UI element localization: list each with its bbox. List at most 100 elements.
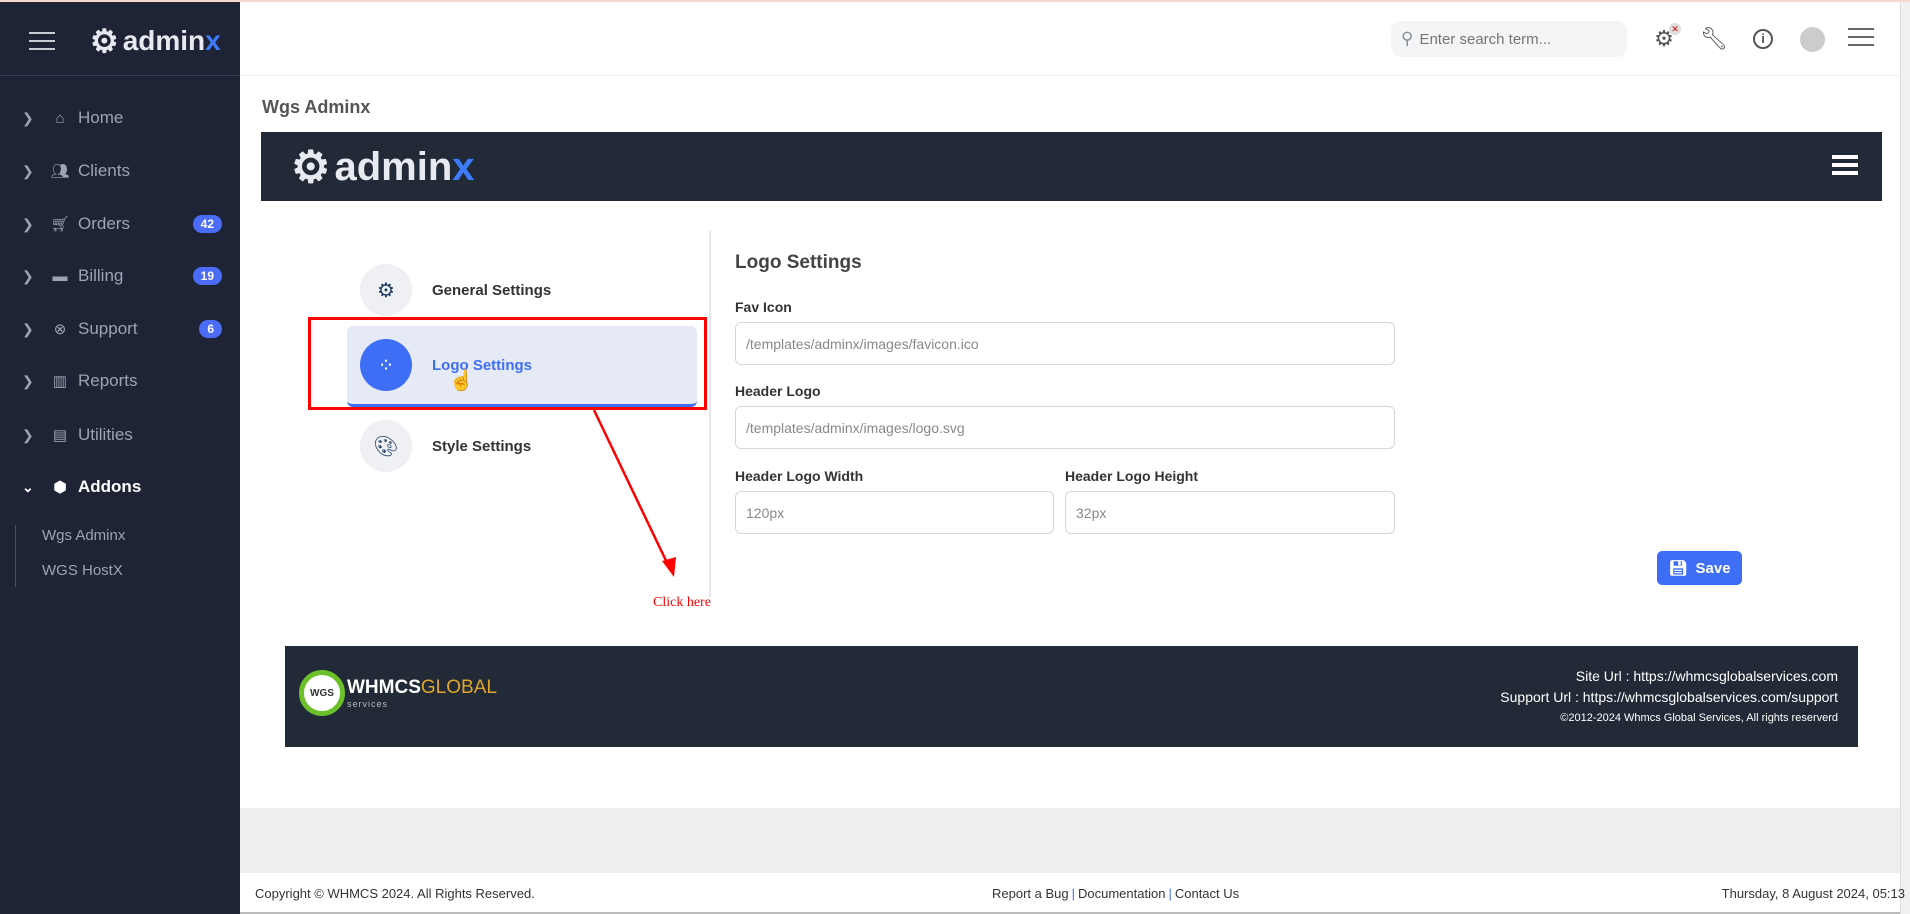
header-logo-input[interactable] bbox=[735, 406, 1395, 449]
chevron-right-icon: ❯ bbox=[22, 426, 34, 443]
sidebar-item-orders[interactable]: ❯ 🛒︎ Orders 42 bbox=[22, 214, 222, 234]
tab-style-settings[interactable]: 🎨︎ Style Settings bbox=[360, 420, 531, 472]
chevron-right-icon: ❯ bbox=[22, 109, 34, 126]
sidebar-item-label: Utilities bbox=[78, 425, 133, 444]
header-logo-height-label: Header Logo Height bbox=[1065, 468, 1199, 484]
user-avatar-button[interactable] bbox=[1799, 26, 1825, 52]
search-box[interactable]: ⚲ bbox=[1391, 21, 1627, 57]
page-footer: Copyright © WHMCS 2024. All Rights Reser… bbox=[240, 873, 1905, 914]
sidebar-item-label: Reports bbox=[78, 371, 138, 390]
wgs-globe-icon: WGS bbox=[299, 670, 345, 716]
gear-icon: ⚙ bbox=[360, 264, 412, 316]
header-logo-height-input[interactable] bbox=[1065, 491, 1395, 534]
search-input[interactable] bbox=[1419, 30, 1610, 48]
header-logo-width-input[interactable] bbox=[735, 491, 1054, 534]
tabs-divider bbox=[709, 231, 711, 597]
gear-logo-icon: ⚙ bbox=[90, 23, 119, 59]
sidebar-item-label: Orders bbox=[78, 214, 130, 233]
settings-gear-button[interactable]: ⚙ ✕ bbox=[1651, 23, 1681, 52]
footer-links: Report a Bug | Documentation | Contact Us bbox=[992, 886, 1240, 901]
sidebar-item-utilities[interactable]: ❯ ▤ Utilities bbox=[22, 425, 222, 445]
annotation-highlight-box bbox=[308, 317, 707, 410]
sidebar-subitem-wgs-adminx[interactable]: Wgs Adminx bbox=[42, 527, 125, 544]
sidebar: ⚙ adminx ❯ ⌂ Home ❯ 👥︎ Clients ❯ 🛒︎ Orders 42 ❯… bbox=[0, 2, 240, 914]
billing-badge: 19 bbox=[192, 267, 222, 285]
cart-icon: 🛒︎ bbox=[50, 216, 70, 233]
info-icon: i bbox=[1753, 29, 1773, 49]
footer-datetime: Thursday, 8 August 2024, 05:13 bbox=[1721, 886, 1905, 901]
annotation-arrow bbox=[592, 409, 676, 577]
chevron-right-icon: ❯ bbox=[22, 372, 34, 389]
save-button[interactable]: 💾︎ Save bbox=[1657, 551, 1742, 585]
lifebuoy-icon: ⊗ bbox=[53, 321, 67, 338]
sidebar-item-reports[interactable]: ❯ ▥ Reports bbox=[22, 371, 222, 391]
chevron-right-icon: ❯ bbox=[22, 215, 34, 232]
fav-icon-label: Fav Icon bbox=[735, 299, 792, 315]
tab-general-settings[interactable]: ⚙ General Settings bbox=[360, 264, 551, 316]
credit-card-icon: ▬ bbox=[52, 267, 68, 285]
footer-card: WGS WHMCSGLOBAL services Site Url : https… bbox=[285, 646, 1858, 747]
tab-label: Style Settings bbox=[432, 437, 532, 455]
footer-card-copyright: ©2012-2024 Whmcs Global Services, All ri… bbox=[1560, 712, 1838, 724]
sidebar-item-clients[interactable]: ❯ 👥︎ Clients bbox=[22, 161, 222, 181]
scrollbar[interactable] bbox=[1900, 2, 1910, 914]
banner-menu-icon[interactable] bbox=[1832, 155, 1858, 175]
file-icon: ▤ bbox=[52, 427, 68, 444]
documentation-link[interactable]: Documentation bbox=[1078, 886, 1165, 901]
preview-header-banner: ⚙ adminx bbox=[261, 132, 1882, 201]
support-badge: 6 bbox=[199, 320, 222, 338]
form-title: Logo Settings bbox=[735, 252, 862, 273]
palette-icon: 🎨︎ bbox=[360, 420, 412, 472]
chart-icon: ▥ bbox=[52, 373, 68, 390]
tab-label: General Settings bbox=[432, 281, 552, 299]
footer-copyright: Copyright © WHMCS 2024. All Rights Reser… bbox=[255, 886, 535, 901]
chevron-right-icon: ❯ bbox=[22, 320, 34, 337]
sidebar-item-label: Billing bbox=[78, 266, 124, 285]
save-label: Save bbox=[1695, 559, 1731, 577]
page-title: Wgs Adminx bbox=[262, 97, 371, 117]
avatar-icon bbox=[1799, 26, 1825, 52]
adminx-logo[interactable]: ⚙ adminx bbox=[90, 22, 221, 60]
cube-icon: ⬢ bbox=[53, 479, 67, 496]
sidebar-item-label: Addons bbox=[78, 477, 142, 496]
fav-icon-input[interactable] bbox=[735, 322, 1395, 365]
sidebar-subitem-wgs-hostx[interactable]: WGS HostX bbox=[42, 562, 123, 579]
wrench-icon: 🔧︎ bbox=[1700, 26, 1728, 51]
support-url[interactable]: Support Url : https://whmcsglobalservice… bbox=[1500, 689, 1838, 705]
hamburger-menu-button[interactable] bbox=[29, 26, 55, 50]
save-icon: 💾︎ bbox=[1668, 560, 1688, 577]
menu-button[interactable] bbox=[1848, 28, 1874, 46]
adminx-logo-preview: ⚙ adminx bbox=[291, 142, 475, 193]
chevron-right-icon: ❯ bbox=[22, 267, 34, 284]
annotation-label: Click here bbox=[653, 595, 711, 610]
wrench-button[interactable]: 🔧︎ bbox=[1700, 26, 1728, 52]
users-icon: 👥︎ bbox=[50, 163, 70, 180]
chevron-down-icon: ⌄ bbox=[22, 478, 34, 495]
sidebar-item-label: Clients bbox=[78, 161, 130, 180]
sidebar-item-billing[interactable]: ❯ ▬ Billing 19 bbox=[22, 266, 222, 286]
sidebar-item-label: Home bbox=[78, 108, 124, 127]
sidebar-header: ⚙ adminx bbox=[0, 2, 240, 76]
sidebar-item-addons[interactable]: ⌄ ⬢ Addons bbox=[22, 477, 222, 497]
submenu-line bbox=[15, 525, 16, 587]
home-icon: ⌂ bbox=[55, 109, 65, 127]
site-url[interactable]: Site Url : https://whmcsglobalservices.c… bbox=[1576, 668, 1838, 684]
orders-badge: 42 bbox=[192, 215, 222, 233]
logo-text: admin bbox=[122, 25, 206, 56]
close-badge-icon: ✕ bbox=[1669, 23, 1681, 35]
logo-text-accent: x bbox=[452, 145, 475, 189]
search-icon: ⚲ bbox=[1401, 29, 1414, 48]
content-bottom-area bbox=[240, 808, 1900, 873]
gear-logo-icon: ⚙ bbox=[291, 143, 331, 192]
sidebar-item-label: Support bbox=[78, 319, 138, 338]
info-button[interactable]: i bbox=[1750, 26, 1776, 52]
sidebar-item-support[interactable]: ❯ ⊗ Support 6 bbox=[22, 319, 222, 339]
contact-us-link[interactable]: Contact Us bbox=[1175, 886, 1239, 901]
wgs-logo: WGS WHMCSGLOBAL services bbox=[299, 670, 497, 716]
sidebar-item-home[interactable]: ❯ ⌂ Home bbox=[22, 108, 222, 128]
logo-text-accent: x bbox=[205, 25, 221, 56]
chevron-right-icon: ❯ bbox=[22, 162, 34, 179]
header-logo-width-label: Header Logo Width bbox=[735, 468, 864, 484]
header-logo-label: Header Logo bbox=[735, 383, 821, 399]
report-bug-link[interactable]: Report a Bug bbox=[992, 886, 1069, 901]
